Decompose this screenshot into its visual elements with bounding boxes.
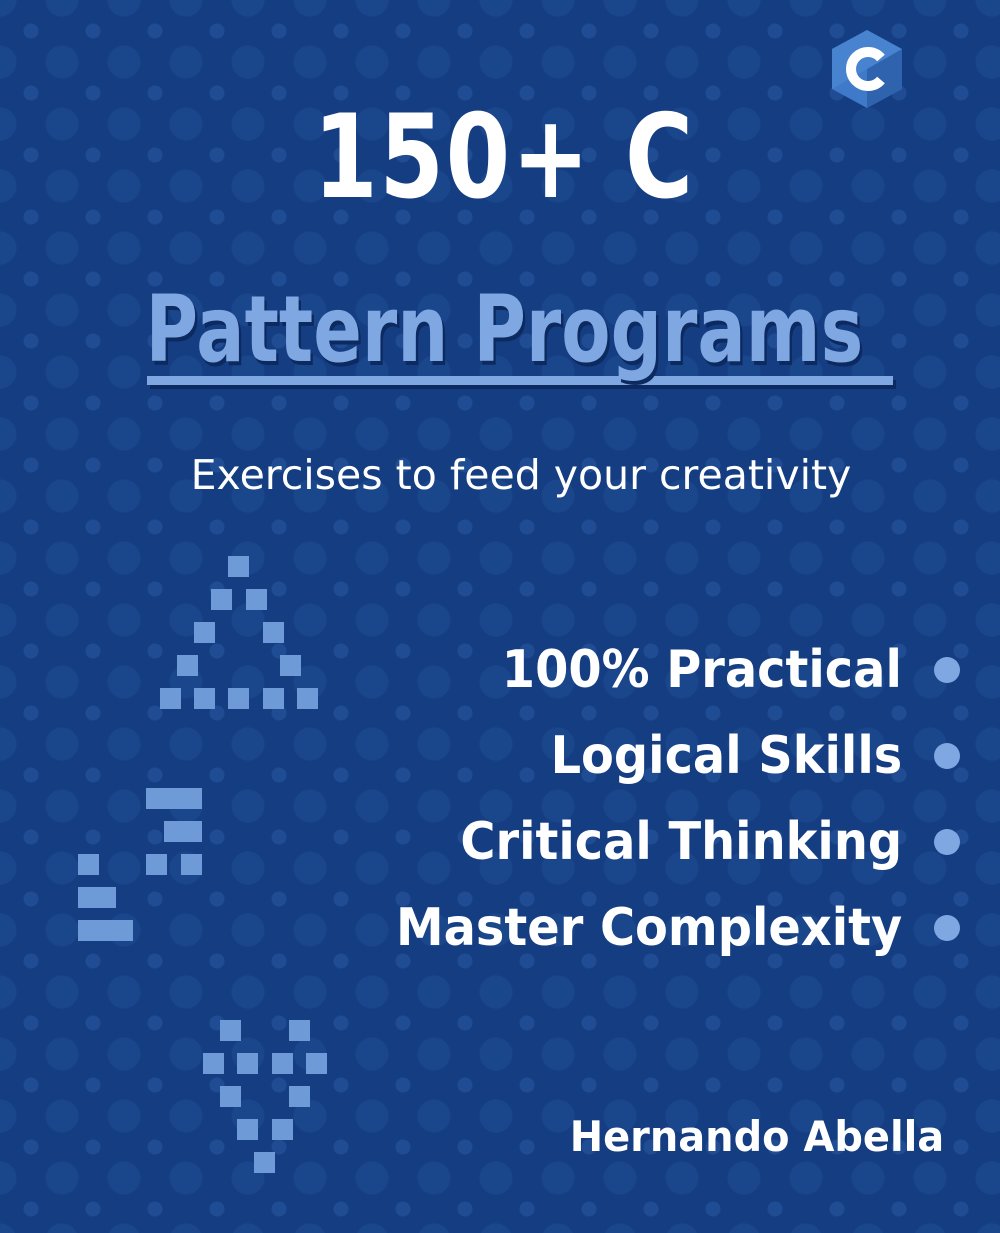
pattern-square — [228, 556, 250, 577]
book-title-sub: Pattern Programs — [145, 276, 864, 383]
pattern-square — [220, 1086, 242, 1107]
pattern-square — [194, 622, 216, 643]
pattern-square — [146, 854, 168, 875]
tagline: Exercises to feed your creativity — [190, 451, 852, 499]
pattern-square — [160, 688, 181, 709]
pattern-square — [203, 1053, 225, 1074]
book-cover: 150+ C Pattern Programs Exercises to fee… — [0, 0, 1000, 1233]
author-name: Hernando Abella — [569, 1112, 944, 1161]
pattern-square — [271, 1053, 293, 1074]
pattern-square — [288, 1020, 310, 1041]
bullet-dot-icon — [934, 915, 960, 941]
pattern-square — [78, 854, 99, 875]
pattern-square — [305, 1053, 327, 1074]
pattern-square — [112, 920, 134, 941]
pattern-square — [279, 655, 301, 676]
pattern-square — [288, 1086, 310, 1107]
pattern-square — [237, 1119, 259, 1140]
pattern-square — [95, 887, 117, 908]
feature-item: 100% Practical — [467, 630, 960, 710]
pattern-square — [237, 1053, 259, 1074]
pattern-square — [262, 688, 284, 709]
pattern-square — [220, 1020, 242, 1041]
bullet-dot-icon — [934, 743, 960, 769]
feature-label: Logical Skills — [550, 726, 902, 786]
pattern-square — [211, 589, 233, 610]
pattern-square — [271, 1119, 293, 1140]
feature-item: Master Complexity — [352, 888, 960, 968]
pattern-square — [180, 821, 202, 842]
pattern-square — [177, 655, 199, 676]
feature-label: Master Complexity — [395, 898, 902, 958]
feature-list: 100% Practical Logical Skills Critical T… — [300, 630, 960, 970]
feature-label: Critical Thinking — [460, 812, 902, 872]
feature-item: Logical Skills — [520, 716, 960, 796]
pattern-square — [194, 688, 216, 709]
feature-item: Critical Thinking — [422, 802, 960, 882]
pattern-square — [180, 788, 202, 809]
pattern-square — [180, 854, 202, 875]
pattern-square — [262, 622, 284, 643]
pattern-square — [245, 589, 267, 610]
book-title-sub-block: Pattern Programs — [0, 280, 1000, 410]
book-title-main: 150+ C — [313, 90, 695, 225]
feature-label: 100% Practical — [501, 640, 902, 700]
pattern-square — [254, 1152, 276, 1173]
pattern-square — [228, 688, 250, 709]
bullet-dot-icon — [934, 829, 960, 855]
bullet-dot-icon — [934, 657, 960, 683]
